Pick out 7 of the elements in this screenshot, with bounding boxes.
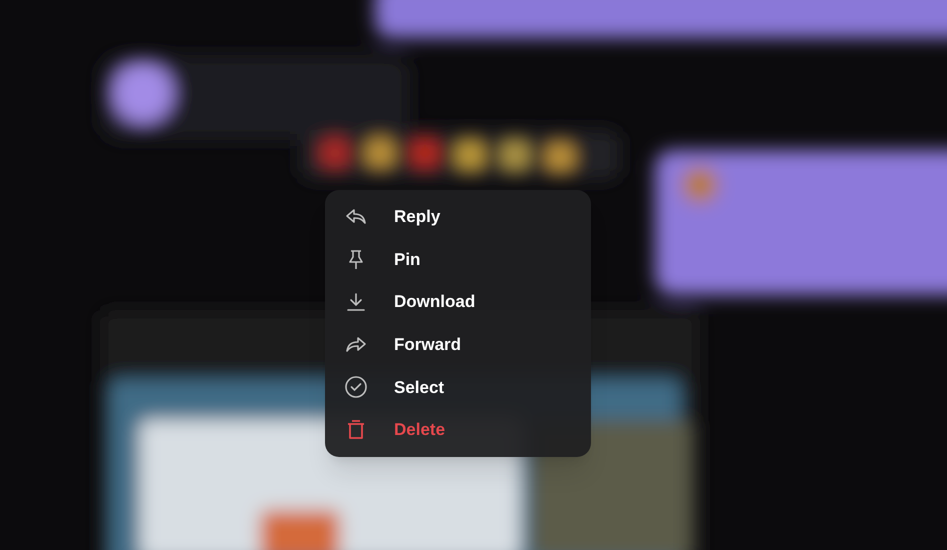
menu-item[interactable]: Reply <box>325 196 591 238</box>
check-circle-icon <box>344 375 368 400</box>
menu-item[interactable]: Pin <box>325 238 591 281</box>
menu-item[interactable]: Select <box>325 366 591 409</box>
menu-item[interactable]: Delete <box>325 408 591 452</box>
menu-item[interactable]: Forward <box>325 324 591 366</box>
menu-item[interactable]: Download <box>325 280 591 324</box>
